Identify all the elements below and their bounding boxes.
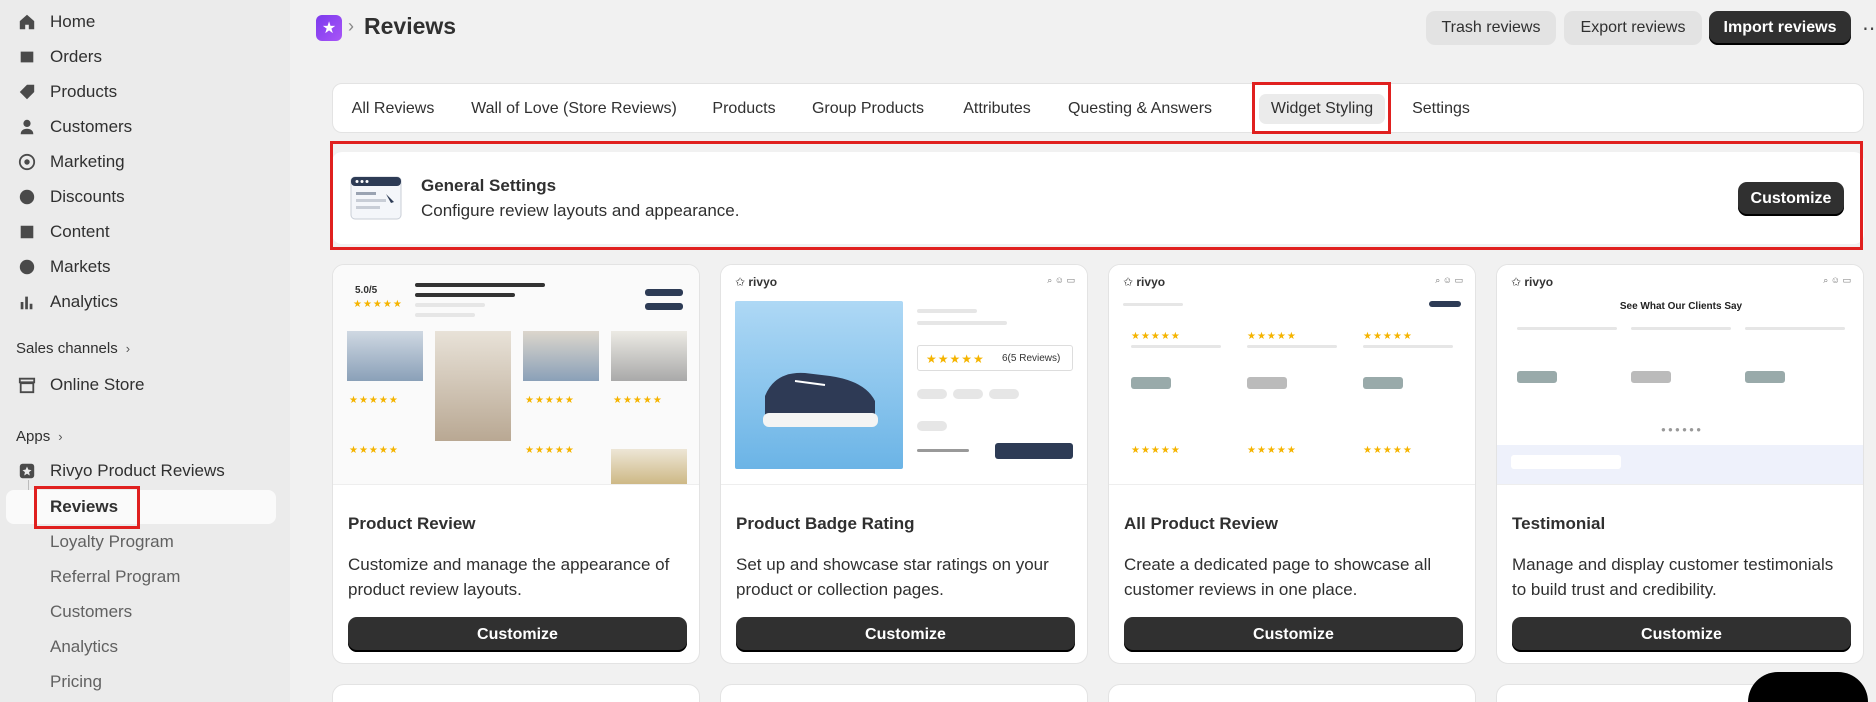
nav-label: Online Store xyxy=(50,375,145,394)
import-reviews-button[interactable]: Import reviews xyxy=(1709,11,1851,45)
tab-settings[interactable]: Settings xyxy=(1401,94,1481,124)
highlight-box-widget-styling xyxy=(1252,82,1391,134)
nav-customers[interactable]: Customers xyxy=(16,112,132,142)
nav-label: Customers xyxy=(50,117,133,136)
sidebar-item-analytics[interactable]: Analytics xyxy=(50,632,118,662)
nav-markets[interactable]: Markets xyxy=(16,252,110,282)
trash-reviews-button[interactable]: Trash reviews xyxy=(1426,11,1556,45)
highlight-box-general-settings xyxy=(330,141,1863,250)
highlight-box-reviews xyxy=(34,486,140,529)
badge-rating-customize-button[interactable]: Customize xyxy=(736,617,1075,652)
discount-icon xyxy=(16,186,38,208)
chevron-right-icon: › xyxy=(58,429,63,444)
nav-online-store[interactable]: Online Store xyxy=(16,370,145,400)
preview-stars: ★★★★★ xyxy=(353,299,403,310)
chat-widget-button[interactable] xyxy=(1748,672,1868,702)
sidebar-item-referral[interactable]: Referral Program xyxy=(50,562,180,592)
card-row2-3 xyxy=(1108,684,1476,702)
export-reviews-button[interactable]: Export reviews xyxy=(1564,11,1702,45)
nav-label: Marketing xyxy=(50,152,125,171)
card-desc: Create a dedicated page to showcase all … xyxy=(1124,555,1432,599)
tag-icon xyxy=(16,81,38,103)
nav-label: Content xyxy=(50,222,110,241)
tab-group-products[interactable]: Group Products xyxy=(802,94,934,124)
product-review-preview: 5.0/5 ★★★★★ ★★★★★ ★★★★★ ★★★★★ ★★★★★ ★★★★… xyxy=(333,265,699,485)
tab-questions-answers[interactable]: Questing & Answers xyxy=(1060,94,1220,124)
rivyo-app-icon xyxy=(16,460,38,482)
orders-icon xyxy=(16,46,38,68)
card-row2-1 xyxy=(332,684,700,702)
nav-analytics[interactable]: Analytics xyxy=(16,287,118,317)
nav-label: Discounts xyxy=(50,187,125,206)
sidebar-item-customers[interactable]: Customers xyxy=(50,597,132,627)
testimonial-heading: See What Our Clients Say xyxy=(1619,301,1743,312)
product-review-customize-button[interactable]: Customize xyxy=(348,617,687,652)
card-title: Product Review xyxy=(348,514,476,533)
all-product-review-preview: ✩ rivyo ⌕ ☺ ▭ ★★★★★ ★★★★★ ★★★★★ ★★★★★ ★★… xyxy=(1109,265,1475,485)
product-badge-rating-card: ✩ rivyo ⌕ ☺ ▭ ★★★★★ 6(5 Reviews) Product… xyxy=(720,264,1088,664)
nav-label: Analytics xyxy=(50,292,119,311)
nav-home[interactable]: Home xyxy=(16,7,95,37)
card-title: All Product Review xyxy=(1124,514,1278,533)
card-desc: Set up and showcase star ratings on your… xyxy=(736,555,1049,599)
apps-heading[interactable]: Apps › xyxy=(16,428,63,445)
nav-label: Home xyxy=(50,12,96,31)
preview-toolbar-icons: ⌕ ☺ ▭ xyxy=(1823,275,1851,285)
all-product-review-customize-button[interactable]: Customize xyxy=(1124,617,1463,652)
person-icon xyxy=(16,116,38,138)
content-icon xyxy=(16,221,38,243)
preview-toolbar-icons: ⌕ ☺ ▭ xyxy=(1435,275,1463,285)
store-icon xyxy=(16,374,38,396)
sales-channels-heading[interactable]: Sales channels › xyxy=(16,340,130,357)
more-actions-icon[interactable]: ⋯ xyxy=(1862,16,1876,41)
badge-rating-widget: ★★★★★ 6(5 Reviews) xyxy=(917,345,1073,371)
card-desc: Customize and manage the appearance of p… xyxy=(348,555,670,599)
nav-products[interactable]: Products xyxy=(16,77,117,107)
badge-rating-preview: ✩ rivyo ⌕ ☺ ▭ ★★★★★ 6(5 Reviews) xyxy=(721,265,1087,485)
carousel-dots: ● ● ● ● ● ● xyxy=(1660,425,1702,434)
shoe-image xyxy=(735,301,903,469)
tab-products[interactable]: Products xyxy=(705,94,783,124)
target-icon xyxy=(16,151,38,173)
preview-toolbar-icons: ⌕ ☺ ▭ xyxy=(1047,275,1075,285)
bar-chart-icon xyxy=(16,291,38,313)
nav-label: Products xyxy=(50,82,118,101)
sidebar-item-pricing[interactable]: Pricing xyxy=(50,667,102,697)
sidebar-item-loyalty[interactable]: Loyalty Program xyxy=(50,527,174,557)
nav-label: Rivyo Product Reviews xyxy=(50,461,225,480)
tab-bar: All Reviews Wall of Love (Store Reviews)… xyxy=(332,83,1864,133)
product-review-card: 5.0/5 ★★★★★ ★★★★★ ★★★★★ ★★★★★ ★★★★★ ★★★★… xyxy=(332,264,700,664)
home-icon xyxy=(16,11,38,33)
card-title: Product Badge Rating xyxy=(736,514,915,533)
chevron-right-icon: › xyxy=(125,341,131,356)
page-title: Reviews xyxy=(364,13,457,39)
nav-label: Orders xyxy=(50,47,102,66)
rivyo-brand: ✩ rivyo xyxy=(735,275,778,289)
tab-wall-of-love[interactable]: Wall of Love (Store Reviews) xyxy=(461,94,687,124)
globe-icon xyxy=(16,256,38,278)
card-title: Testimonial xyxy=(1512,514,1606,533)
testimonial-preview: ✩ rivyo ⌕ ☺ ▭ See What Our Clients Say ●… xyxy=(1497,265,1863,485)
tab-all-reviews[interactable]: All Reviews xyxy=(343,94,443,124)
nav-label: Markets xyxy=(50,257,111,276)
nav-content[interactable]: Content xyxy=(16,217,110,247)
card-row2-2 xyxy=(720,684,1088,702)
card-desc: Manage and display customer testimonials… xyxy=(1512,555,1834,599)
testimonial-card: ✩ rivyo ⌕ ☺ ▭ See What Our Clients Say ●… xyxy=(1496,264,1864,664)
breadcrumb-chevron-icon: › xyxy=(348,16,354,36)
all-product-review-card: ✩ rivyo ⌕ ☺ ▭ ★★★★★ ★★★★★ ★★★★★ ★★★★★ ★★… xyxy=(1108,264,1476,664)
nav-discounts[interactable]: Discounts xyxy=(16,182,125,212)
app-logo-icon: ★ xyxy=(316,15,342,41)
nav-orders[interactable]: Orders xyxy=(16,42,102,72)
rivyo-brand: ✩ rivyo xyxy=(1123,275,1166,289)
testimonial-customize-button[interactable]: Customize xyxy=(1512,617,1851,652)
rivyo-brand: ✩ rivyo xyxy=(1511,275,1554,289)
nav-rivyo-app[interactable]: Rivyo Product Reviews xyxy=(16,456,225,486)
preview-rating: 5.0/5 xyxy=(355,285,378,296)
tab-attributes[interactable]: Attributes xyxy=(952,94,1042,124)
sidebar: Home Orders Products Customers Marketing… xyxy=(0,0,290,702)
nav-marketing[interactable]: Marketing xyxy=(16,147,125,177)
